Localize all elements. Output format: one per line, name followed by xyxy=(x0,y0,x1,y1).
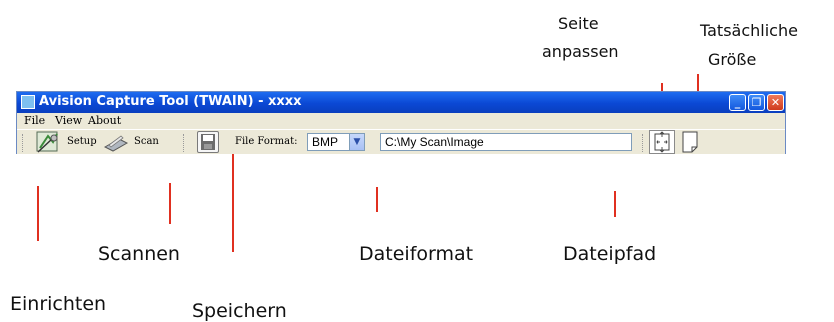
callout-line-file-format xyxy=(376,187,378,212)
scan-label[interactable]: Scan xyxy=(134,136,159,147)
callout-file-format: Dateiformat xyxy=(359,243,474,265)
callout-save: Speichern xyxy=(192,300,287,322)
save-button[interactable] xyxy=(197,131,219,153)
callout-line-file-path xyxy=(614,191,616,217)
file-format-value: BMP xyxy=(312,135,339,149)
window-title: Avision Capture Tool (TWAIN) - xxxx xyxy=(39,94,302,109)
callout-line-setup xyxy=(37,186,39,241)
callout-fit-page-line2: anpassen xyxy=(542,42,619,61)
menu-about[interactable]: About xyxy=(88,114,121,127)
scan-icon[interactable] xyxy=(103,133,129,153)
toolbar-grip xyxy=(183,134,186,152)
floppy-disk-icon xyxy=(201,134,215,150)
toolbar: Setup Scan File Format: BMP ▼ C:\My Scan… xyxy=(17,129,785,154)
setup-icon[interactable] xyxy=(34,130,64,155)
callout-actual-size-line2: Größe xyxy=(708,50,757,69)
toolbar-grip xyxy=(642,134,645,152)
maximize-button[interactable]: ❐ xyxy=(748,94,765,111)
title-bar[interactable]: Avision Capture Tool (TWAIN) - xxxx _ ❐ … xyxy=(17,92,785,113)
menu-file[interactable]: File xyxy=(24,114,45,127)
menu-view[interactable]: View xyxy=(55,114,82,127)
fit-page-button[interactable] xyxy=(649,130,675,154)
setup-label[interactable]: Setup xyxy=(67,136,97,147)
actual-size-icon[interactable] xyxy=(681,131,699,153)
callout-actual-size-line1: Tatsächliche xyxy=(700,21,798,40)
callout-scan: Scannen xyxy=(98,243,180,265)
app-icon xyxy=(21,95,35,109)
fit-page-icon xyxy=(654,131,670,153)
app-window: Avision Capture Tool (TWAIN) - xxxx _ ❐ … xyxy=(16,91,786,154)
toolbar-grip xyxy=(22,134,25,152)
file-format-label: File Format: xyxy=(235,136,298,147)
file-format-select[interactable]: BMP ▼ xyxy=(307,133,365,151)
chevron-down-icon[interactable]: ▼ xyxy=(349,134,364,150)
callout-setup: Einrichten xyxy=(10,293,107,315)
file-path-input[interactable]: C:\My Scan\Image xyxy=(380,133,632,151)
callout-file-path: Dateipfad xyxy=(563,243,657,265)
callout-line-scan xyxy=(169,183,171,224)
minimize-button[interactable]: _ xyxy=(729,94,746,111)
callout-fit-page-line1: Seite xyxy=(558,14,599,33)
menu-bar: File View About xyxy=(17,113,785,129)
close-button[interactable]: ✕ xyxy=(767,94,784,111)
callout-line-save xyxy=(232,152,234,252)
